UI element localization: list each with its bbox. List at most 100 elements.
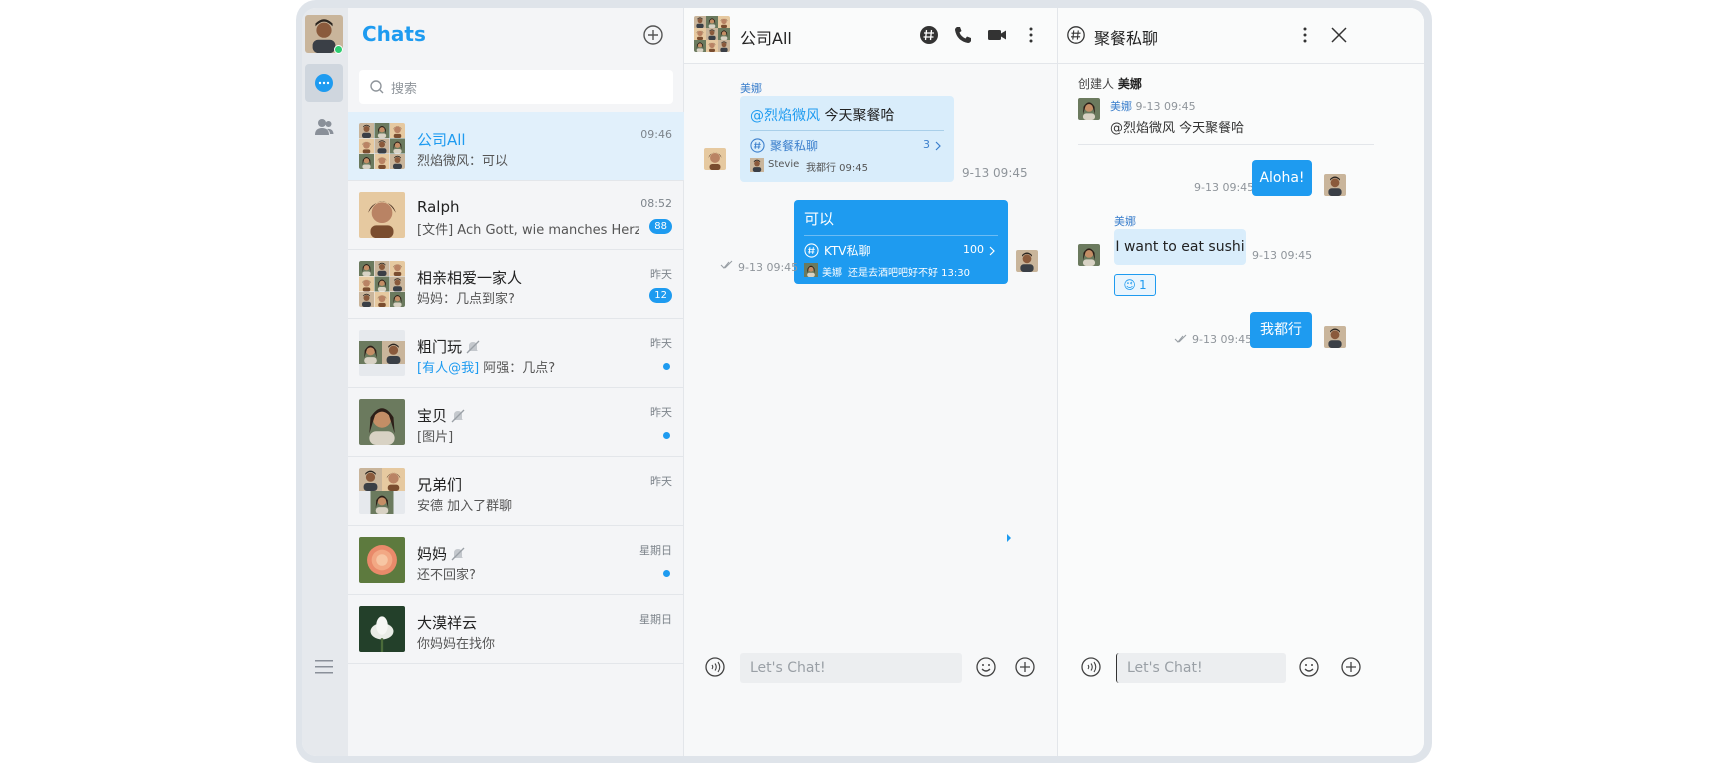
composer: Let's Chat! [684, 630, 1057, 756]
thread-link[interactable]: KTV私聊 100 [804, 242, 998, 260]
collapse-arrow-icon[interactable] [1006, 533, 1012, 543]
root-sender: 美娜 [1110, 100, 1132, 113]
thread-composer: Let's Chat! [1058, 630, 1424, 756]
muted-bell-icon [466, 340, 480, 353]
menu-button[interactable] [305, 648, 343, 686]
chat-time: 08:52 [640, 197, 672, 210]
chat-time: 昨天 [650, 268, 672, 281]
chat-bubble-icon [315, 74, 333, 92]
root-sender-avatar[interactable] [1078, 98, 1100, 120]
new-chat-button[interactable] [642, 24, 664, 46]
chat-preview: [有人@我] 阿强：几点? [417, 357, 639, 376]
mention-link[interactable]: @烈焰微风 [750, 108, 820, 124]
unread-badge: 88 [649, 219, 672, 234]
my-avatar-small[interactable] [1324, 326, 1346, 348]
chat-row[interactable]: 兄弟们 安德 加入了群聊 昨天 [348, 457, 684, 526]
message-bubble[interactable]: @烈焰微风 今天聚餐哈 聚餐私聊 3 Stevie 我都行 09:45 [740, 96, 954, 182]
plus-circle-icon [643, 25, 663, 45]
chat-name: 相亲相爱一家人 [417, 269, 523, 287]
more-options-button[interactable] [1020, 24, 1042, 46]
attach-button[interactable] [1340, 656, 1362, 678]
online-status-dot [334, 45, 343, 54]
chat-name-text: 粗门玩 [417, 338, 463, 356]
hash-circle-icon [1067, 26, 1085, 44]
thread-message-input[interactable]: Let's Chat! [1116, 653, 1286, 683]
menu-icon [315, 660, 333, 674]
chat-row[interactable]: 大漠祥云 你妈妈在找你 星期日 [348, 595, 684, 664]
message-time: 9-13 09:45 [1192, 333, 1253, 346]
voice-input-button[interactable] [704, 656, 726, 678]
read-receipt-icon [720, 260, 733, 269]
sender-avatar[interactable] [704, 148, 726, 170]
my-avatar-small[interactable] [1324, 174, 1346, 196]
emoji-button[interactable] [975, 656, 997, 678]
message-bubble-outgoing[interactable]: 可以 KTV私聊 100 美娜 还是去酒吧吧好不好 13:30 [794, 200, 1008, 284]
chat-row[interactable]: 妈妈 还不回家? 星期日 [348, 526, 684, 595]
message-bubble-outgoing[interactable]: Aloha! [1252, 160, 1312, 196]
message-bubble-outgoing[interactable]: 我都行 [1250, 312, 1312, 348]
thread-more-button[interactable] [1294, 24, 1316, 46]
chat-name: 公司All [417, 131, 466, 149]
message-bubble[interactable]: I want to eat sushi [1114, 229, 1246, 265]
my-avatar-small[interactable] [1016, 250, 1038, 272]
chat-row[interactable]: 宝贝 [图片] 昨天 [348, 388, 684, 457]
chat-row[interactable]: 相亲相爱一家人 妈妈：几点到家? 昨天 12 [348, 250, 684, 319]
more-vertical-icon [1303, 27, 1307, 43]
chat-preview: 烈焰微风：可以 [417, 154, 509, 169]
chat-name: 宝贝 [417, 405, 466, 426]
chat-header: 公司All [684, 8, 1057, 64]
search-input[interactable]: 搜索 [359, 70, 673, 104]
group-avatar [694, 16, 730, 52]
root-message-text: @烈焰微风 今天聚餐哈 [1110, 121, 1245, 136]
divider [804, 235, 998, 236]
chat-row[interactable]: 公司All 烈焰微风：可以 09:46 [348, 112, 684, 181]
reaction-chip[interactable]: 😉 1 [1114, 274, 1156, 296]
voice-input-button[interactable] [1080, 656, 1102, 678]
chat-row[interactable]: Ralph [文件] Ach Gott, wie manches Herz...… [348, 181, 684, 250]
nav-chats-button[interactable] [305, 64, 343, 102]
voice-call-button[interactable] [952, 24, 974, 46]
voice-wave-icon [1081, 657, 1101, 677]
chat-name-text: 宝贝 [417, 407, 448, 425]
chat-preview: 还不回家? [417, 568, 476, 583]
threads-button[interactable] [918, 24, 940, 46]
hash-circle-icon [804, 243, 819, 258]
nav-contacts-button[interactable] [305, 108, 343, 146]
chat-time: 昨天 [650, 337, 672, 350]
chat-preview-text: 阿强：几点? [479, 361, 556, 376]
chat-name: 大漠祥云 [417, 614, 478, 632]
thread-user-avatar [750, 158, 764, 172]
more-vertical-icon [1029, 27, 1033, 43]
attach-button[interactable] [1014, 656, 1036, 678]
thread-link[interactable]: 聚餐私聊 3 [750, 137, 944, 155]
reaction-count: 1 [1138, 278, 1147, 292]
lotus-image [359, 606, 405, 652]
chat-preview: [文件] Ach Gott, wie manches Herz... [417, 223, 639, 238]
voice-wave-icon [705, 657, 725, 677]
muted-bell-icon [451, 547, 465, 560]
message-time: 9-13 09:45 [1194, 181, 1255, 194]
plus-circle-icon [1341, 657, 1361, 677]
thread-name: KTV私聊 [824, 244, 871, 258]
message-text: @烈焰微风 今天聚餐哈 [750, 105, 894, 125]
close-thread-button[interactable] [1328, 24, 1350, 46]
chat-list-panel: Chats 搜索 公司All 烈焰微风：可以 09:46 Ralph [文件] … [348, 8, 684, 756]
sender-avatar[interactable] [1078, 244, 1100, 266]
group-avatar [359, 123, 405, 169]
chat-row[interactable]: 粗门玩 [有人@我] 阿强：几点? 昨天 [348, 319, 684, 388]
search-placeholder: 搜索 [391, 81, 418, 97]
message-input[interactable]: Let's Chat! [740, 653, 962, 683]
root-time: 9-13 09:45 [1135, 100, 1196, 113]
thread-last-text: 我都行 09:45 [806, 163, 868, 174]
contact-avatar [359, 192, 405, 238]
video-call-button[interactable] [986, 24, 1008, 46]
contact-avatar [359, 606, 405, 652]
read-receipt-icon [1174, 334, 1187, 343]
chat-time: 星期日 [639, 613, 672, 626]
chevron-right-icon [935, 141, 941, 151]
rose-image [359, 537, 405, 583]
group-avatar [359, 330, 405, 376]
emoji-button[interactable] [1298, 656, 1320, 678]
thread-count: 3 [923, 138, 930, 151]
chat-name-text: 妈妈 [417, 545, 448, 563]
